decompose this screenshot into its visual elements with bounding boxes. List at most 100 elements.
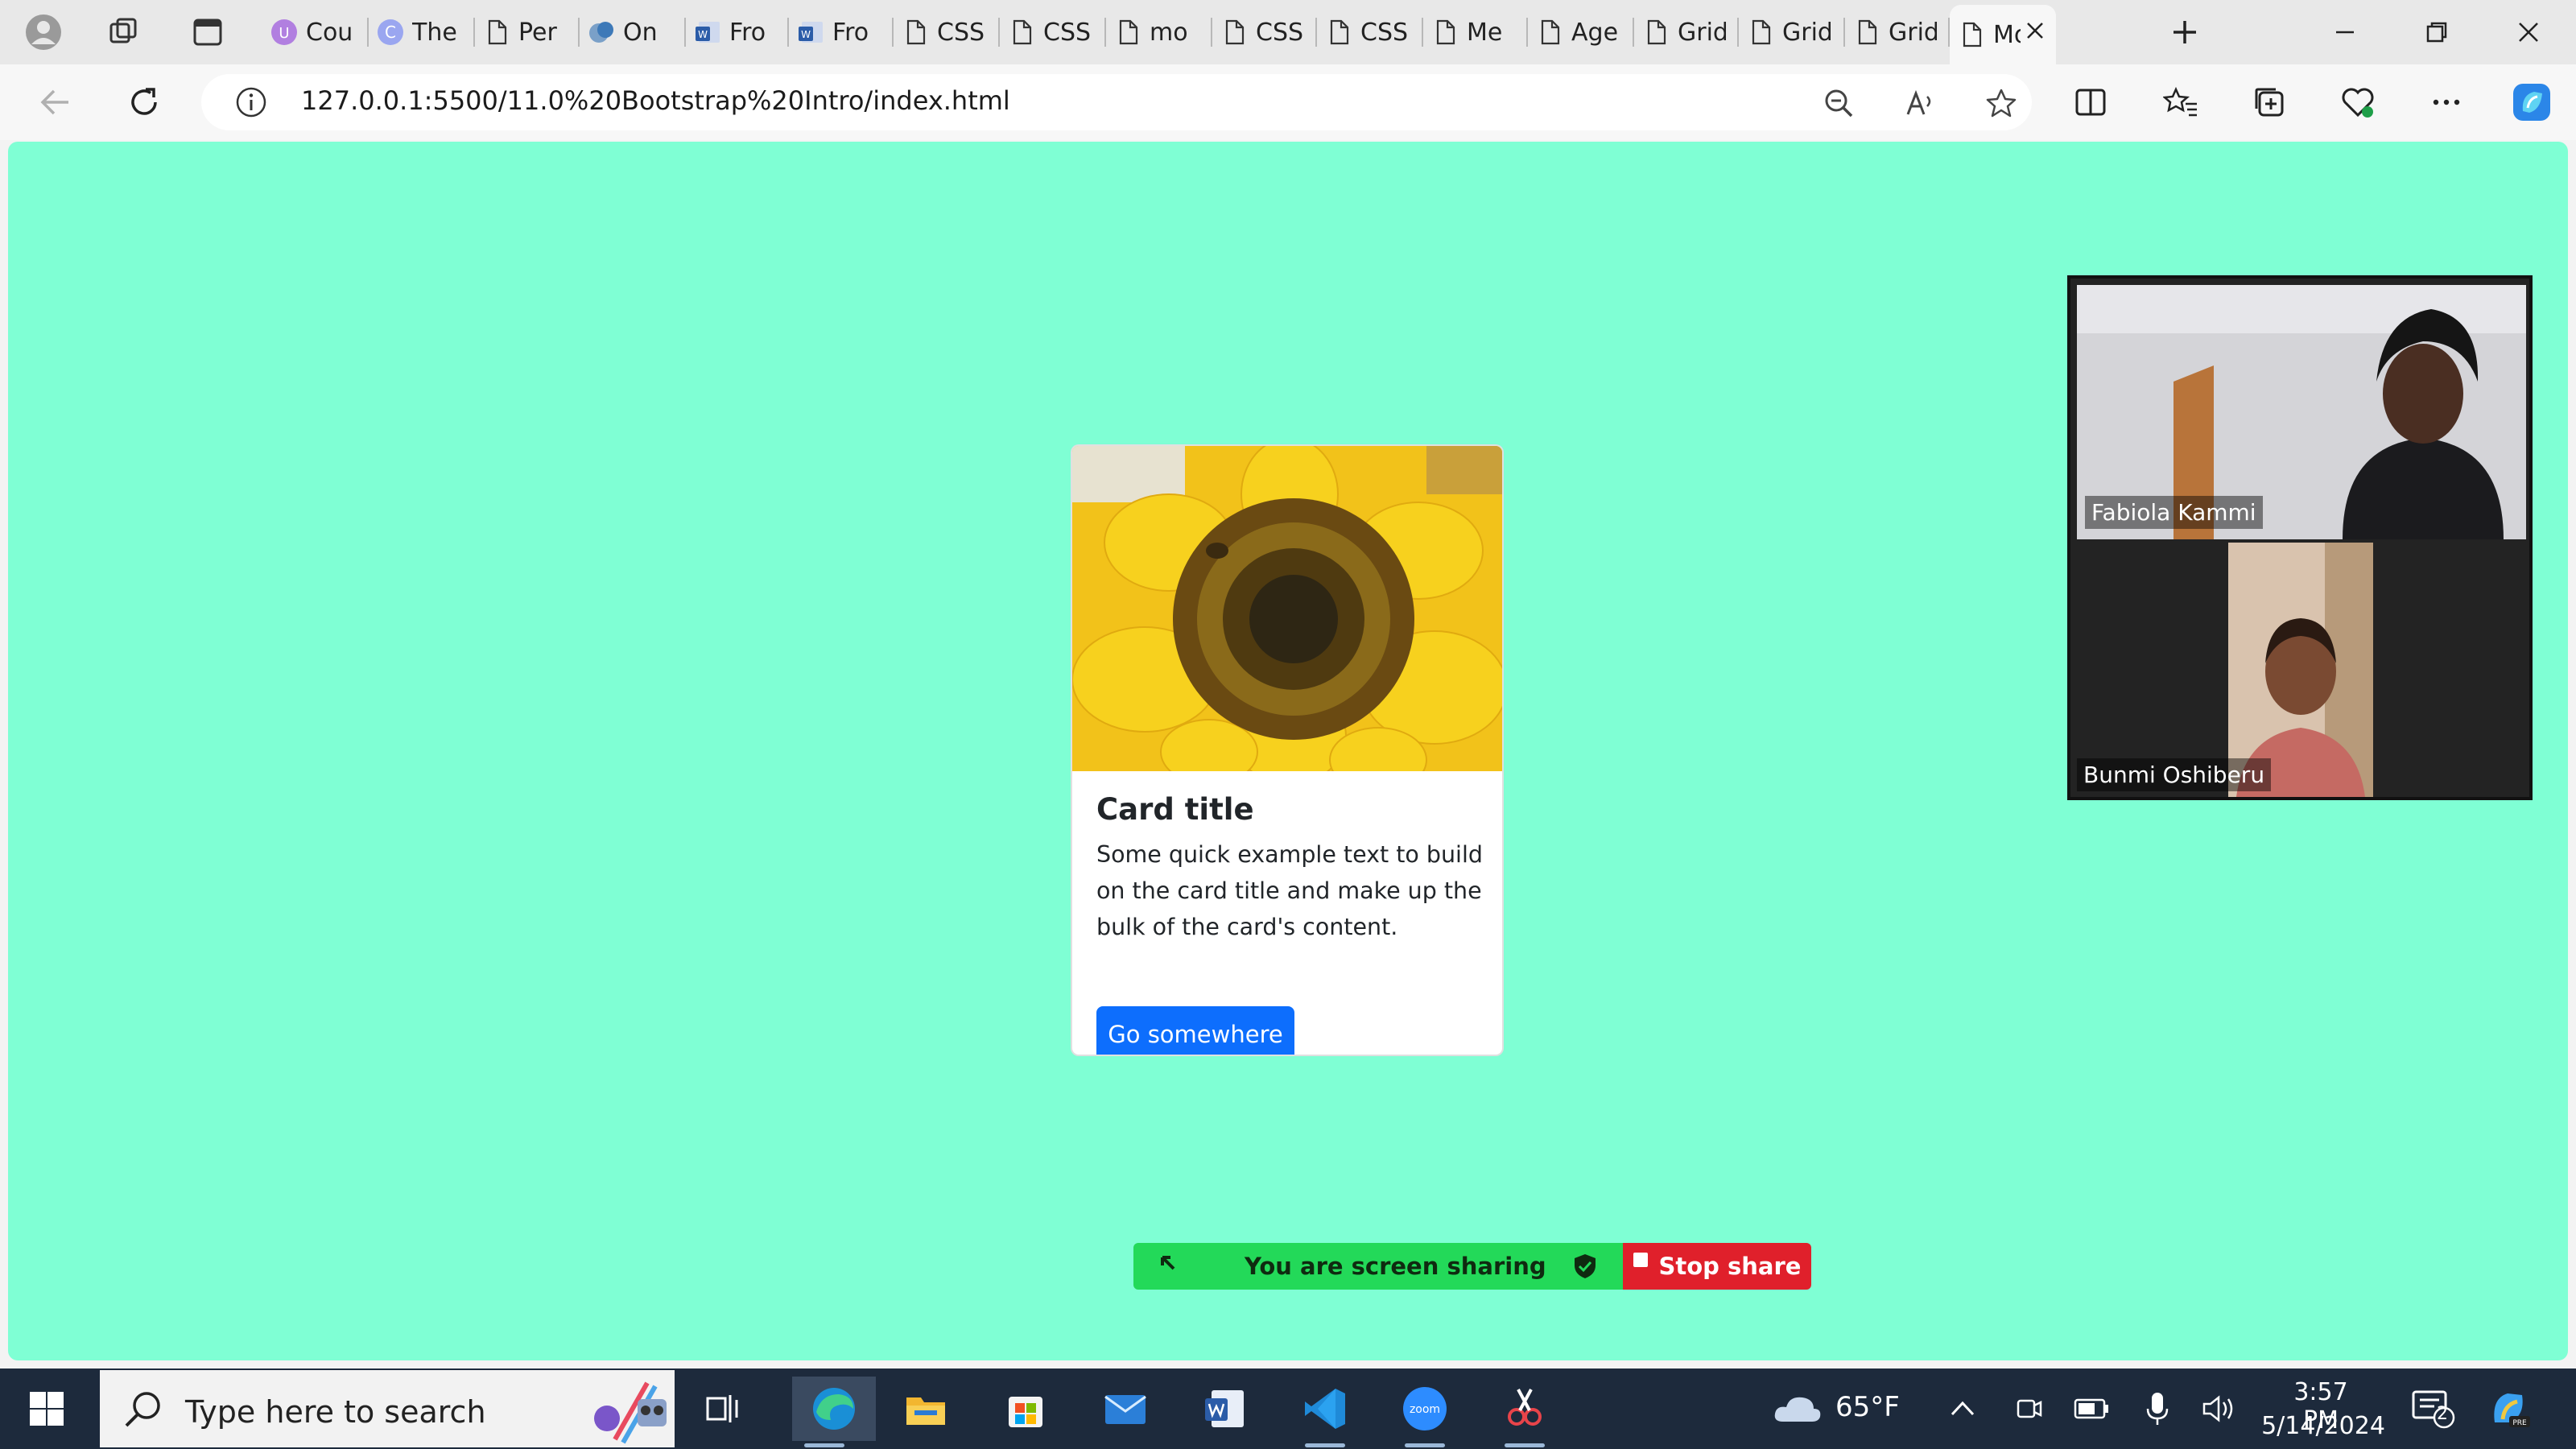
url-text[interactable]: 127.0.0.1:5500/11.0%20Bootstrap%20Intro/… <box>301 85 1010 116</box>
tab-title: Mo <box>1993 20 2021 49</box>
browser-tab[interactable]: W Fro <box>789 6 894 58</box>
browser-tab[interactable]: CSS <box>1000 6 1106 58</box>
site-icon-blue <box>588 19 615 46</box>
browser-tab[interactable]: CSS <box>1317 6 1423 58</box>
browser-toolbar: 127.0.0.1:5500/11.0%20Bootstrap%20Intro/… <box>0 64 2576 140</box>
page-icon <box>1008 19 1035 46</box>
restore-icon[interactable] <box>2392 0 2481 64</box>
battery-icon[interactable] <box>2072 1388 2112 1430</box>
zoom-icon[interactable]: zoom <box>1393 1377 1457 1447</box>
notifications-icon[interactable]: 2 <box>2409 1388 2457 1430</box>
taskbar-search-box[interactable]: Type here to search <box>100 1370 675 1447</box>
word-icon[interactable] <box>1193 1377 1257 1441</box>
page-icon <box>1325 19 1352 46</box>
split-screen-icon[interactable] <box>2067 79 2114 126</box>
svg-text:zoom: zoom <box>1410 1403 1440 1416</box>
svg-text:C: C <box>385 23 396 42</box>
browser-tab[interactable]: mo <box>1106 6 1212 58</box>
close-tab-icon[interactable] <box>2024 19 2046 45</box>
tab-strip: U Cou C The Per On W Fro W Fro CSS CSS mo CSS CSS Me Age… <box>0 0 2576 64</box>
browser-tab[interactable]: Mo <box>1950 5 2056 64</box>
collections-icon[interactable] <box>2246 79 2293 126</box>
profile-icon[interactable] <box>23 11 64 53</box>
search-icon <box>122 1389 164 1435</box>
browser-tab[interactable]: Grid <box>1634 6 1739 58</box>
browser-tab[interactable]: Grid <box>1739 6 1845 58</box>
close-window-icon[interactable] <box>2484 0 2573 64</box>
read-aloud-icon[interactable] <box>1903 85 1938 121</box>
snipping-tool-icon[interactable] <box>1492 1377 1557 1447</box>
tab-title: CSS <box>1256 18 1304 47</box>
tab-title: Grid <box>1889 18 1937 47</box>
screen-share-bar: You are screen sharing Stop share <box>1133 1243 1811 1290</box>
notification-count: 2 <box>2437 1404 2448 1424</box>
card-body: Card title Some quick example text to bu… <box>1096 792 1483 1055</box>
browser-tab[interactable]: W Fro <box>686 6 789 58</box>
back-icon[interactable] <box>32 79 79 126</box>
tab-title: Fro <box>729 18 766 47</box>
browser-tab[interactable]: Age <box>1528 6 1634 58</box>
favorites-icon[interactable] <box>2157 79 2204 126</box>
volume-icon[interactable] <box>2199 1388 2240 1430</box>
more-options-icon[interactable] <box>2423 79 2470 126</box>
go-somewhere-button[interactable]: Go somewhere <box>1096 1006 1294 1055</box>
windows-start-icon[interactable] <box>14 1377 79 1441</box>
word-icon: W <box>797 19 824 46</box>
microphone-icon[interactable] <box>2141 1388 2174 1430</box>
refresh-icon[interactable] <box>121 79 167 126</box>
page-icon <box>1431 19 1459 46</box>
favorite-star-icon[interactable] <box>1984 85 2019 121</box>
browser-tab[interactable]: Me <box>1423 6 1528 58</box>
browser-tab[interactable]: Per <box>475 6 580 58</box>
page-icon <box>1853 19 1880 46</box>
new-tab-icon[interactable] <box>2164 11 2206 53</box>
word-icon: W <box>694 19 721 46</box>
svg-text:W: W <box>801 29 811 40</box>
share-grip-icon[interactable] <box>1158 1253 1185 1283</box>
zoom-out-icon[interactable] <box>1821 85 1856 121</box>
page-icon <box>1958 21 1985 48</box>
weather-cloud-icon[interactable] <box>1769 1388 1826 1430</box>
participant-name-2: Bunmi Oshiberu <box>2077 758 2272 791</box>
browser-essentials-icon[interactable] <box>2334 79 2381 126</box>
taskbar: Type here to search zoom 65°F 3:57 PM 5/… <box>0 1368 2576 1449</box>
show-hidden-icons-icon[interactable] <box>1946 1388 1979 1430</box>
copilot-taskbar-icon[interactable]: PRE <box>2483 1388 2536 1430</box>
weather-temperature[interactable]: 65°F <box>1835 1391 1900 1423</box>
browser-tab[interactable]: C The <box>369 6 475 58</box>
task-view-icon[interactable] <box>691 1377 755 1441</box>
file-explorer-icon[interactable] <box>894 1377 958 1441</box>
browser-tab[interactable]: CSS <box>894 6 1000 58</box>
edge-taskbar-icon[interactable] <box>792 1377 876 1447</box>
browser-tab[interactable]: CSS <box>1212 6 1317 58</box>
address-bar[interactable]: 127.0.0.1:5500/11.0%20Bootstrap%20Intro/… <box>201 74 2032 130</box>
minimize-icon[interactable] <box>2301 0 2389 64</box>
clock-date[interactable]: 5/14/2024 <box>2259 1412 2388 1440</box>
card-image-sunflower <box>1072 446 1502 771</box>
browser-tab[interactable]: Grid <box>1845 6 1950 58</box>
page-icon <box>1114 19 1141 46</box>
video-panel[interactable]: Fabiola Kammi Bunmi Oshiberu <box>2067 275 2533 800</box>
tab-title: The <box>412 18 457 47</box>
site-info-icon[interactable] <box>233 85 269 120</box>
stop-share-label: Stop share <box>1658 1253 1802 1280</box>
share-status-area[interactable]: You are screen sharing <box>1133 1243 1623 1290</box>
browser-tab[interactable]: On <box>580 6 686 58</box>
tab-title: On <box>623 18 658 47</box>
vscode-icon[interactable] <box>1293 1377 1357 1447</box>
workspaces-icon[interactable] <box>103 11 145 53</box>
participant-video-1[interactable]: Fabiola Kammi <box>2077 285 2526 539</box>
participant-name-1: Fabiola Kammi <box>2085 496 2263 529</box>
tab-title: Cou <box>306 18 353 47</box>
tab-title: Me <box>1467 18 1503 47</box>
camera-indicator-icon[interactable] <box>2009 1388 2046 1430</box>
search-highlight-icon <box>591 1375 671 1447</box>
stop-share-button[interactable]: Stop share <box>1623 1243 1811 1290</box>
store-icon[interactable] <box>993 1377 1058 1441</box>
share-status-text: You are screen sharing <box>1245 1253 1546 1280</box>
tab-actions-icon[interactable] <box>187 11 229 53</box>
site-icon-c: C <box>377 19 404 46</box>
copilot-icon[interactable] <box>2508 79 2555 126</box>
mail-icon[interactable] <box>1093 1377 1158 1441</box>
browser-tab[interactable]: U Cou <box>262 6 369 58</box>
